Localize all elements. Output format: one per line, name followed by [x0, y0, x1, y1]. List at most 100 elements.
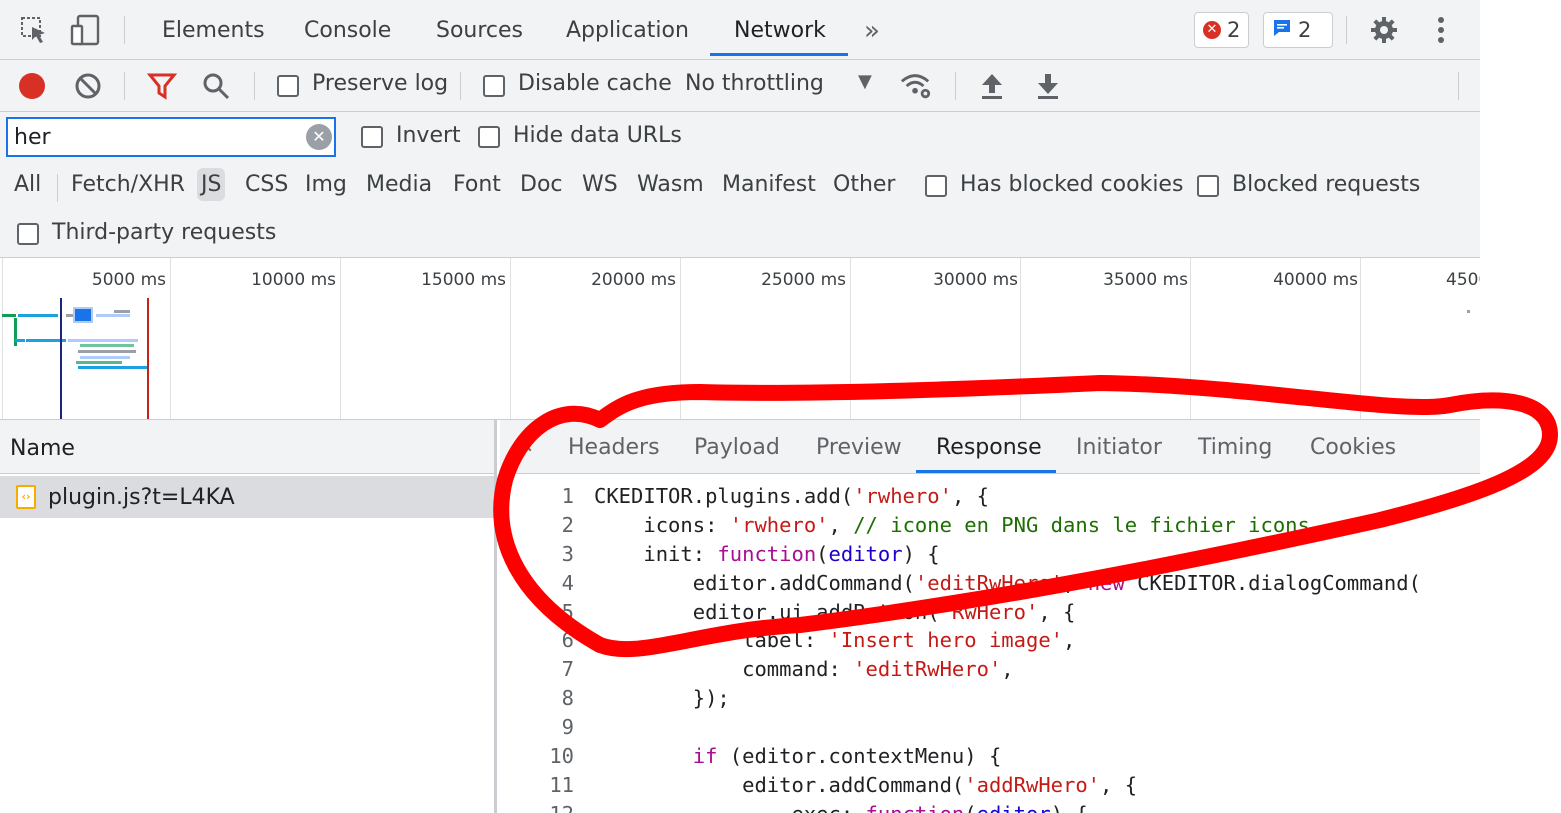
preserve-log-label: Preserve log [312, 71, 449, 96]
third-party-label: Third-party requests [52, 220, 277, 245]
tab-preview[interactable]: Preview [816, 420, 902, 474]
code-line: 6 label: 'Insert hero image', [500, 626, 1480, 655]
timeline-gridline [340, 258, 341, 419]
divider [1346, 16, 1347, 44]
dom-content-loaded-marker [60, 298, 62, 419]
timeline-bar [1467, 310, 1470, 313]
timeline-tick-label: 10000 ms [251, 270, 336, 290]
more-tabs-button[interactable]: » [864, 0, 880, 60]
line-number: 8 [561, 686, 574, 711]
line-number: 3 [561, 541, 574, 566]
invert-checkbox[interactable] [361, 126, 383, 148]
tab-application[interactable]: Application [566, 0, 689, 60]
clear-icon[interactable] [72, 70, 104, 102]
hide-data-urls-label: Hide data URLs [513, 123, 682, 148]
tab-elements[interactable]: Elements [162, 0, 265, 60]
timeline-gridline [510, 258, 511, 419]
throttling-select[interactable]: No throttling [685, 71, 824, 96]
timeline-tick-label: 30000 ms [933, 270, 1018, 290]
timeline-bar [80, 356, 130, 359]
search-icon[interactable] [200, 70, 232, 102]
clear-filter-icon[interactable]: ✕ [306, 124, 332, 150]
filter-type-other[interactable]: Other [833, 172, 895, 197]
code-line: 5 editor.ui.addButton('RwHero', { [500, 598, 1480, 627]
tab-initiator[interactable]: Initiator [1076, 420, 1162, 474]
response-code-viewer[interactable]: 1 CKEDITOR.plugins.add('rwhero', { 2 icon… [500, 482, 1480, 813]
timeline-tick-label: 25000 ms [761, 270, 846, 290]
divider [57, 174, 58, 202]
export-har-icon[interactable] [1032, 70, 1064, 102]
timeline-bar [114, 310, 130, 313]
line-number: 2 [561, 512, 574, 537]
details-tab-bar: × Headers Payload Preview Response Initi… [500, 420, 1480, 474]
chevron-down-icon[interactable]: ▼ [858, 71, 872, 92]
third-party-checkbox[interactable] [17, 223, 39, 245]
hide-data-urls-checkbox[interactable] [478, 126, 500, 148]
request-row[interactable]: ‹› plugin.js?t=L4KA [0, 476, 494, 518]
line-number: 7 [561, 657, 574, 682]
inspect-element-icon[interactable] [18, 14, 50, 46]
timeline-gridline [680, 258, 681, 419]
filter-funnel-icon[interactable] [146, 70, 178, 102]
preserve-log-checkbox[interactable] [277, 75, 299, 97]
line-number: 1 [561, 484, 574, 508]
errors-badge[interactable]: ✕ 2 [1194, 12, 1250, 48]
filter-type-media[interactable]: Media [366, 172, 432, 197]
tab-payload[interactable]: Payload [694, 420, 780, 474]
tab-response[interactable]: Response [936, 420, 1042, 474]
has-blocked-cookies-checkbox[interactable] [925, 175, 947, 197]
network-conditions-icon[interactable] [900, 70, 932, 102]
filter-type-css[interactable]: CSS [245, 172, 288, 197]
import-har-icon[interactable] [976, 70, 1008, 102]
timeline-bar [68, 339, 138, 342]
message-icon [1272, 18, 1292, 43]
filter-type-all[interactable]: All [14, 172, 41, 197]
divider [124, 72, 125, 100]
code-line: 8 }); [500, 684, 1480, 713]
line-number: 11 [549, 772, 574, 797]
messages-badge[interactable]: 2 [1263, 12, 1333, 48]
code-text: icons: 'rwhero', // icone en PNG dans le… [594, 512, 1310, 537]
code-line: 9 [500, 713, 1480, 742]
filter-type-fetch-xhr[interactable]: Fetch/XHR [71, 172, 185, 197]
tab-console[interactable]: Console [304, 0, 391, 60]
filter-type-doc[interactable]: Doc [520, 172, 563, 197]
divider [254, 72, 255, 100]
filter-type-wasm[interactable]: Wasm [637, 172, 704, 197]
disable-cache-checkbox[interactable] [483, 75, 505, 97]
tab-timing[interactable]: Timing [1198, 420, 1272, 474]
filter-type-img[interactable]: Img [305, 172, 347, 197]
code-text: CKEDITOR.plugins.add('rwhero', { [594, 484, 989, 508]
has-blocked-cookies-label: Has blocked cookies [960, 172, 1184, 197]
filter-input[interactable] [6, 117, 336, 157]
devtools-window: Elements Console Sources Application Net… [0, 0, 1480, 813]
more-options-icon[interactable] [1425, 14, 1457, 46]
code-line: 4 editor.addCommand('editRwHero', new CK… [500, 569, 1480, 598]
requests-list: Name ‹› plugin.js?t=L4KA [0, 420, 497, 813]
close-details-icon[interactable]: × [516, 420, 534, 472]
blocked-requests-checkbox[interactable] [1197, 175, 1219, 197]
filter-type-ws[interactable]: WS [582, 172, 618, 197]
network-overview-timeline[interactable]: 5000 ms 10000 ms 15000 ms 20000 ms 25000… [0, 258, 1480, 420]
timeline-bar [15, 339, 25, 342]
code-text: if (editor.contextMenu) { [692, 744, 1002, 769]
code-line: 12 exec: function(editor) { [500, 800, 1480, 813]
filter-type-js[interactable]: JS [197, 168, 226, 201]
disable-cache-label: Disable cache [518, 71, 672, 96]
record-button-icon[interactable] [16, 70, 48, 102]
errors-count: 2 [1227, 18, 1241, 42]
code-line: 11 editor.addCommand('addRwHero', { [500, 771, 1480, 800]
tab-sources[interactable]: Sources [436, 0, 523, 60]
tab-network[interactable]: Network [734, 0, 826, 60]
code-text: editor.addCommand('addRwHero', { [594, 772, 1138, 797]
invert-label: Invert [396, 123, 461, 148]
device-toolbar-icon[interactable] [70, 14, 102, 46]
tab-cookies[interactable]: Cookies [1310, 420, 1396, 474]
name-column-header[interactable]: Name [0, 420, 494, 474]
settings-gear-icon[interactable] [1368, 14, 1400, 46]
filter-type-font[interactable]: Font [453, 172, 501, 197]
filter-type-manifest[interactable]: Manifest [722, 172, 816, 197]
tab-headers[interactable]: Headers [568, 420, 660, 474]
timeline-gridline [1190, 258, 1191, 419]
code-line: 1 CKEDITOR.plugins.add('rwhero', { [500, 482, 1480, 511]
